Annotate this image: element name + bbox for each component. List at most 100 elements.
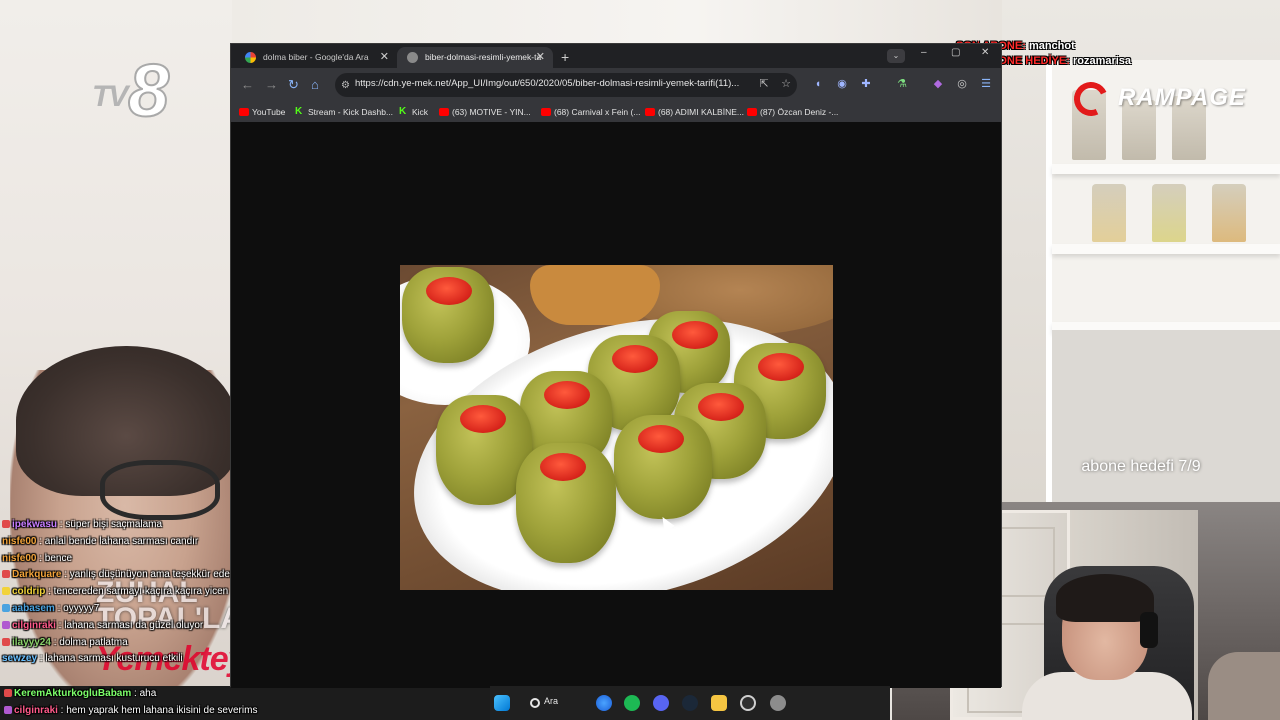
- labs-flask-icon[interactable]: ⚗: [895, 77, 909, 91]
- last-subscriber-value: manchot: [1028, 40, 1075, 52]
- spotify-icon[interactable]: [624, 695, 640, 711]
- stuffed-pepper: [516, 443, 616, 563]
- chat-text: : aha: [131, 688, 157, 699]
- extensions-puzzle-icon[interactable]: ✚: [859, 77, 873, 91]
- taskbar-search-label[interactable]: Ara: [544, 696, 558, 706]
- google-icon: [245, 52, 256, 63]
- reload-icon[interactable]: ↻: [288, 77, 299, 93]
- back-icon[interactable]: ←: [241, 77, 254, 93]
- chat-username: aabasem: [12, 602, 55, 614]
- kick-icon: K: [399, 106, 407, 117]
- bookmark-adimi-kalbine[interactable]: (68) ADIMI KALBİNE...: [645, 105, 744, 119]
- chat-badge-icon: [2, 587, 10, 596]
- subscriber-goal: abone hedefi 7/9: [1081, 458, 1201, 475]
- chat-message: cilginraki : hem yaprak hem lahana ikisi…: [0, 703, 257, 720]
- bookmark-motive[interactable]: (63) MOTIVE - YIN...: [439, 105, 531, 119]
- tab-search-icon[interactable]: ⌄: [887, 49, 905, 63]
- bookmark-star-icon[interactable]: ☆: [779, 77, 793, 91]
- chat-text: : yanlış düşünüyon ama teşekkür ederim: [61, 569, 244, 581]
- headset: [1140, 612, 1158, 648]
- chat-message: KeremAkturkogluBabam : aha: [0, 686, 257, 703]
- tab-label: biber-dolmasi-resimli-yemek-ta: [425, 52, 542, 62]
- tv8-logo-tv: TV: [92, 80, 128, 113]
- bookmark-youtube[interactable]: YouTube: [239, 105, 285, 119]
- tab-image[interactable]: biber-dolmasi-resimli-yemek-ta ✕: [397, 47, 553, 68]
- bookmark-carnival[interactable]: (68) Carnival x Fein (...: [541, 105, 640, 119]
- close-window-icon[interactable]: ✕: [981, 47, 989, 58]
- bookmark-label: YouTube: [252, 107, 286, 117]
- kitchen-shelf: [1046, 60, 1280, 502]
- url-text[interactable]: https://cdn.ye-mek.net/App_UI/Img/out/65…: [355, 78, 747, 89]
- menu-icon[interactable]: ☰: [979, 77, 993, 91]
- windows-start-icon[interactable]: [494, 695, 510, 711]
- maximize-icon[interactable]: ▢: [951, 47, 960, 58]
- settings-gear-icon[interactable]: [770, 695, 786, 711]
- jar: [1212, 184, 1246, 242]
- profile-icon[interactable]: ◎: [955, 77, 969, 91]
- close-tab-icon[interactable]: ✕: [536, 47, 545, 68]
- bookmark-label: Stream - Kick Dashb...: [308, 107, 394, 117]
- search-icon[interactable]: [530, 698, 540, 708]
- browser-toolbar: ← → ↻ ⌂ ⚙ https://cdn.ye-mek.net/App_UI/…: [231, 68, 1001, 102]
- forward-icon[interactable]: →: [265, 77, 278, 93]
- discord-icon[interactable]: [653, 695, 669, 711]
- kitchen-cabinet: [1052, 330, 1280, 502]
- rampage-wordmark: RAMPAGE: [1118, 84, 1246, 111]
- browser-icon[interactable]: [596, 695, 612, 711]
- rampage-logo: RAMPAGE: [1069, 77, 1264, 121]
- globe-icon: [407, 52, 418, 63]
- chat-badge-icon: [2, 520, 10, 528]
- close-tab-icon[interactable]: ✕: [380, 47, 389, 68]
- tomato-slice: [758, 353, 804, 381]
- chat-text: : hem yaprak hem lahana ikisini de sever…: [57, 704, 258, 716]
- youtube-icon: [541, 108, 551, 116]
- home-icon[interactable]: ⌂: [311, 77, 319, 93]
- chat-username: Darkquare: [12, 569, 62, 581]
- streamer-hair: [1056, 574, 1154, 622]
- tv8-logo-eight: 8: [127, 49, 170, 132]
- tomato-slice: [544, 381, 590, 409]
- bookmark-label: (63) MOTIVE - YIN...: [452, 107, 531, 117]
- chat-username: coldrip: [12, 586, 46, 598]
- chat-username: ipekwasu: [12, 519, 58, 530]
- stuffed-peppers-image[interactable]: [400, 265, 833, 590]
- minimize-icon[interactable]: –: [921, 47, 927, 58]
- tab-google-search[interactable]: dolma biber - Google'da Ara ✕: [235, 47, 397, 68]
- bookmark-ozcan-deniz[interactable]: (87) Özcan Deniz -...: [747, 105, 838, 119]
- chat-username: nisfe00: [2, 552, 37, 564]
- steam-icon[interactable]: [682, 695, 698, 711]
- extension-dot-icon[interactable]: ◉: [835, 77, 849, 91]
- chat-badge-icon: [2, 620, 10, 629]
- tomato-slice: [698, 393, 744, 421]
- chat-overlay-bottom: KeremAkturkogluBabam : aha cilginraki : h…: [0, 686, 490, 720]
- star-cookie-cutter: [530, 265, 660, 325]
- chat-username: nisfe00: [2, 535, 37, 547]
- bookmark-label: Kick: [412, 107, 429, 117]
- chat-badge-icon: [2, 603, 10, 612]
- tomato-slice: [460, 405, 506, 433]
- file-explorer-icon[interactable]: [711, 695, 727, 711]
- new-tab-icon[interactable]: +: [561, 47, 569, 67]
- tv8-logo: TV 8: [92, 53, 178, 138]
- chat-text: : bence: [36, 552, 73, 564]
- stuffed-pepper: [402, 267, 494, 363]
- tomato-slice: [426, 277, 472, 305]
- youtube-icon: [439, 108, 449, 116]
- chat-text: : anlal bende lahana sarması candır: [36, 535, 199, 547]
- stuffed-pepper: [614, 415, 712, 519]
- chat-badge-icon: [4, 705, 12, 714]
- share-icon[interactable]: ⇱: [757, 77, 771, 91]
- stream-background-top: [232, 0, 1002, 44]
- bookmark-kick-dashboard[interactable]: K Stream - Kick Dashb...: [295, 105, 393, 119]
- tomato-slice: [638, 425, 684, 453]
- chat-text: : lahana sarması kusturucu etkili: [37, 653, 183, 665]
- obs-icon[interactable]: [740, 695, 756, 711]
- bookmark-kick[interactable]: K Kick: [399, 105, 428, 119]
- chat-text: : süper bişi saçmalama: [57, 519, 163, 530]
- extension-audio-icon[interactable]: ◖: [811, 77, 825, 91]
- sofa: [1208, 652, 1280, 720]
- chat-badge-icon: [4, 689, 12, 697]
- extension-purple-icon[interactable]: ◆: [931, 77, 945, 91]
- kick-icon: K: [295, 106, 303, 117]
- site-info-icon[interactable]: ⚙: [341, 78, 350, 94]
